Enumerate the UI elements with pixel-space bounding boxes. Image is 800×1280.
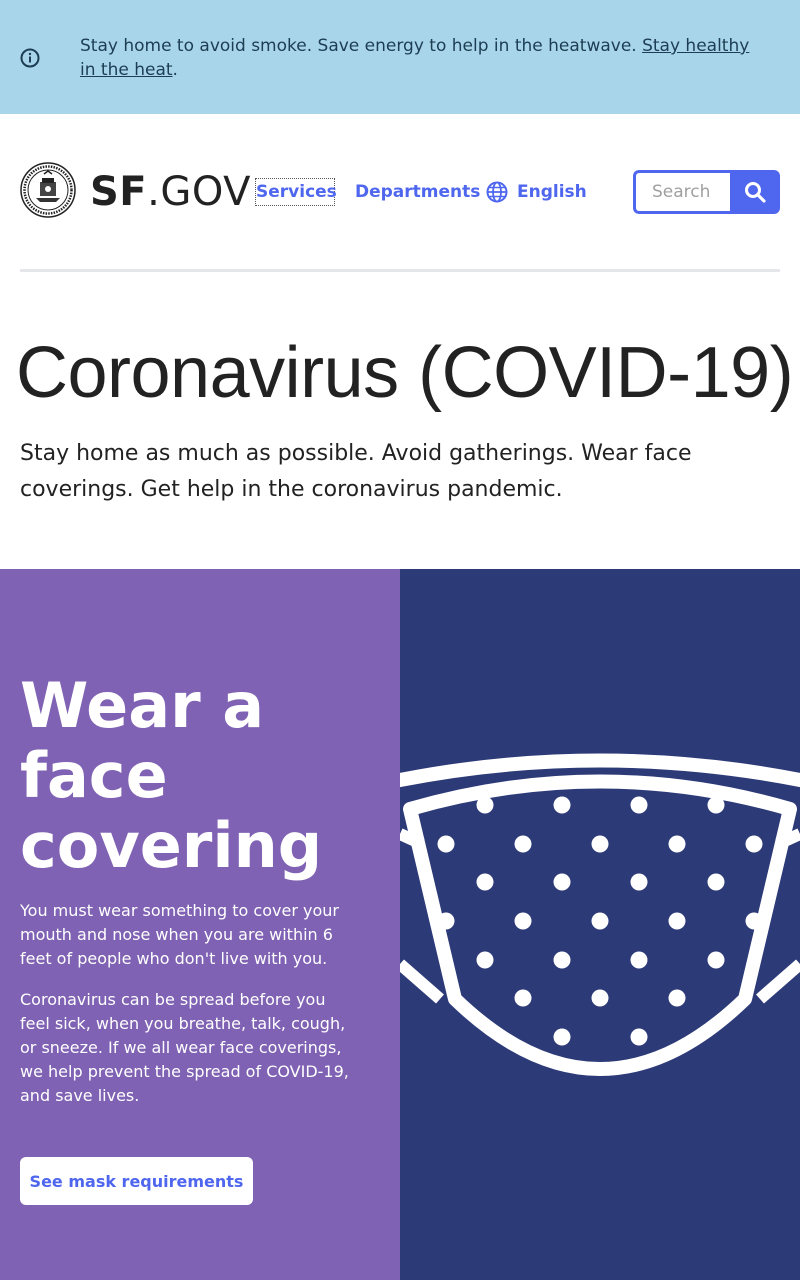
page-description: Stay home as much as possible. Avoid gat…	[20, 441, 692, 502]
search-form	[633, 170, 780, 214]
alert-suffix: .	[172, 60, 178, 80]
logo-sf: SF	[90, 169, 148, 215]
mask-requirements-button[interactable]: See mask requirements	[20, 1157, 253, 1205]
site-logo[interactable]: SF.GOV	[90, 168, 251, 216]
info-icon	[20, 48, 40, 68]
language-selector[interactable]: English	[486, 178, 587, 206]
face-mask-illustration	[400, 753, 800, 1076]
search-icon	[745, 182, 766, 203]
nav-departments[interactable]: Departments	[355, 178, 480, 206]
site-header: SF.GOV Services Departments English	[0, 114, 800, 274]
alert-banner: Stay home to avoid smoke. Save energy to…	[0, 0, 800, 114]
search-input[interactable]	[633, 170, 733, 214]
language-label: English	[517, 182, 587, 202]
page-title: Coronavirus (COVID-19)	[16, 333, 794, 413]
city-seal-icon[interactable]	[20, 162, 76, 218]
alert-text: Stay home to avoid smoke. Save energy to…	[80, 36, 643, 56]
logo-gov: .GOV	[147, 169, 251, 215]
promo-paragraph-2: Coronavirus can be spread before you fee…	[20, 990, 349, 1105]
search-button[interactable]	[730, 170, 780, 214]
face-mask-illustration-panel	[400, 569, 800, 1280]
promo-paragraph-1: You must wear something to cover your mo…	[20, 901, 339, 968]
alert-message: Stay home to avoid smoke. Save energy to…	[80, 34, 770, 82]
promo-title: Wear a face covering	[20, 669, 323, 882]
header-divider	[20, 269, 780, 272]
globe-icon	[486, 181, 508, 203]
nav-services[interactable]: Services	[255, 178, 337, 206]
face-covering-promo: Wear a face covering You must wear somet…	[0, 569, 400, 1280]
